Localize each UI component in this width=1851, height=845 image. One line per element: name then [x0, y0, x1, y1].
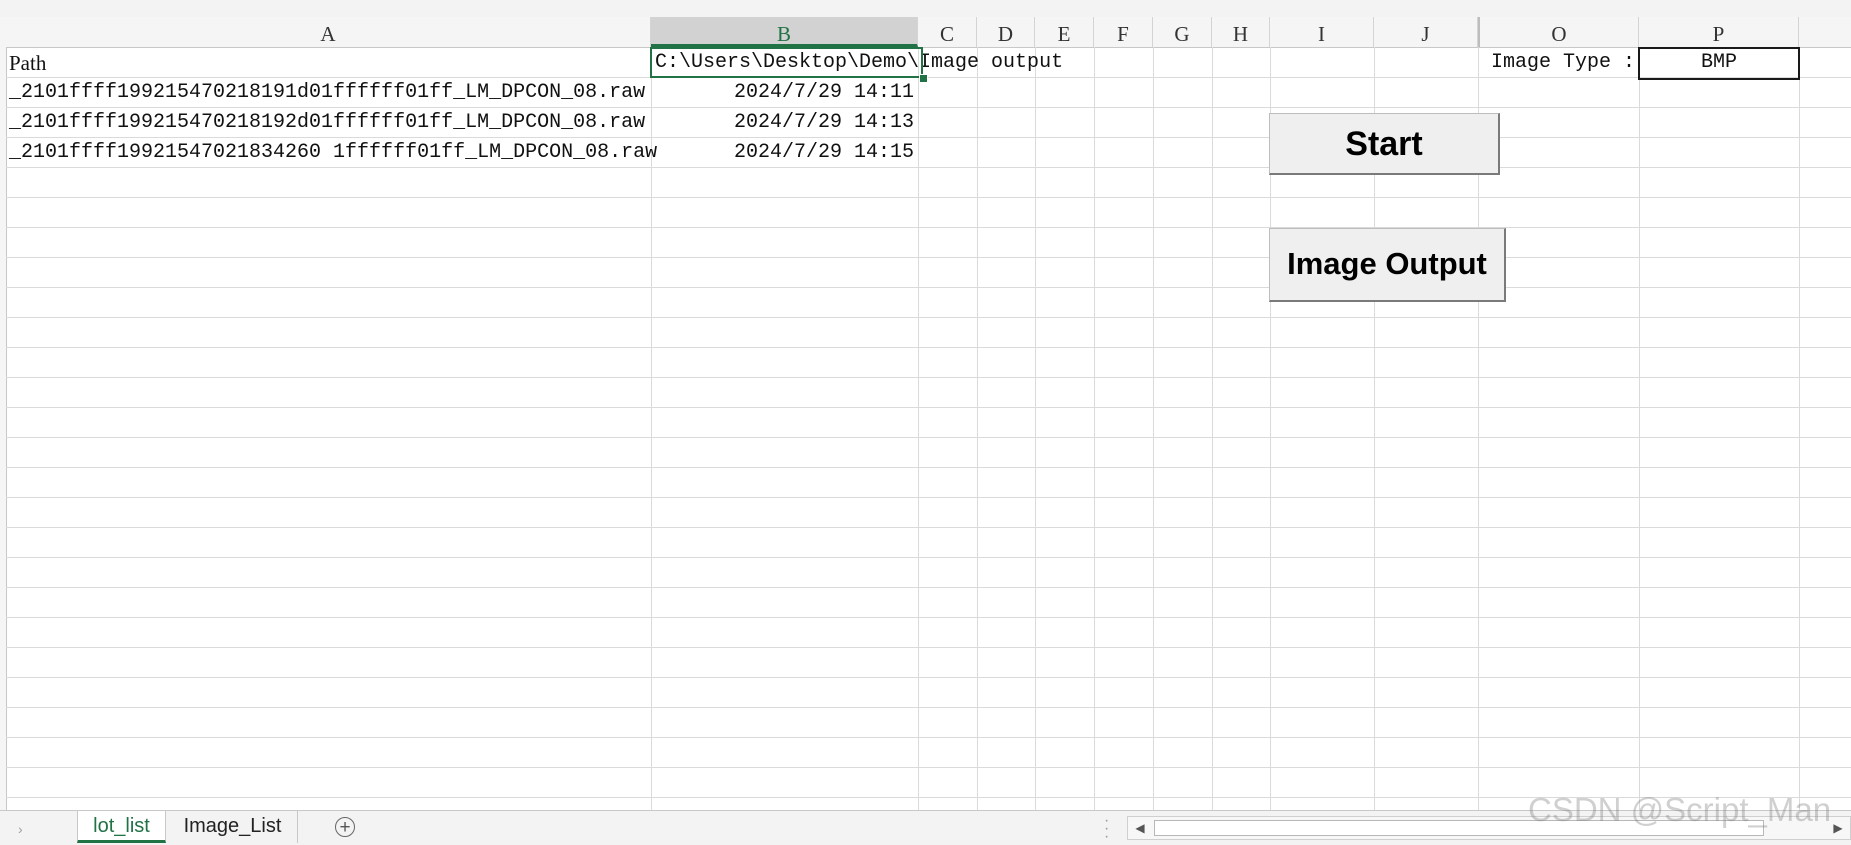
gridline: [6, 287, 1851, 288]
gridline: [6, 497, 1851, 498]
cell-date-row-2[interactable]: 2024/7/29 14:13: [652, 108, 918, 137]
cell-path-row-1[interactable]: _2101ffff199215470218191d01ffffff01ff_LM…: [6, 78, 651, 107]
tab-split-handle-icon[interactable]: · · ·: [1104, 813, 1109, 845]
cell-b1-output-path[interactable]: C:\Users\Desktop\Demo\Image output: [652, 48, 1212, 77]
column-header-b[interactable]: B: [651, 17, 918, 47]
sheet-tab-bar: › lot_list Image_List + · · · ◀ ▶: [0, 810, 1851, 845]
gridline: [1094, 47, 1095, 810]
column-header-p[interactable]: P: [1639, 17, 1799, 47]
column-header-g[interactable]: G: [1153, 17, 1212, 47]
gridline: [6, 557, 1851, 558]
gridline: [6, 617, 1851, 618]
column-header-e[interactable]: E: [1035, 17, 1094, 47]
gridline: [6, 527, 1851, 528]
gridline: [6, 707, 1851, 708]
spreadsheet-window: A B C D E F G H I J O P Path C:\Users\De…: [0, 0, 1851, 845]
gridline: [6, 737, 1851, 738]
gridline: [6, 347, 1851, 348]
column-header-bar: A B C D E F G H I J O P: [0, 17, 1851, 48]
cell-grid[interactable]: Path C:\Users\Desktop\Demo\Image output …: [6, 47, 1851, 810]
column-header-f[interactable]: F: [1094, 17, 1153, 47]
cell-date-row-1[interactable]: 2024/7/29 14:11: [652, 78, 918, 107]
sheet-tab-lot-list[interactable]: lot_list: [77, 811, 166, 843]
gridline: [6, 797, 1851, 798]
top-strip: [0, 0, 1851, 18]
gridline: [1639, 47, 1640, 810]
fill-handle[interactable]: [919, 74, 928, 83]
sheet-nav-arrow-icon[interactable]: ›: [18, 821, 23, 837]
scroll-right-arrow-icon[interactable]: ▶: [1828, 819, 1848, 837]
column-header-j[interactable]: J: [1374, 17, 1478, 47]
gridline: [1212, 47, 1213, 810]
image-output-button[interactable]: Image Output: [1269, 228, 1506, 302]
cell-a1[interactable]: Path: [6, 48, 651, 77]
sheet-tab-image-list[interactable]: Image_List: [168, 811, 298, 843]
gridline: [918, 47, 919, 810]
column-header-d[interactable]: D: [977, 17, 1035, 47]
gridline: [6, 407, 1851, 408]
gridline: [6, 467, 1851, 468]
image-type-cell-border: [1638, 47, 1800, 80]
gridline: [6, 197, 1851, 198]
gridline: [6, 677, 1851, 678]
gridline: [6, 227, 1851, 228]
gridline: [6, 587, 1851, 588]
gridline: [1799, 47, 1800, 810]
column-header-i[interactable]: I: [1270, 17, 1374, 47]
horizontal-scrollbar[interactable]: ◀ ▶: [1127, 816, 1851, 840]
scrollbar-thumb[interactable]: [1154, 820, 1764, 836]
cell-path-row-3[interactable]: _2101ffff19921547021834260 1ffffff01ff_L…: [6, 138, 657, 167]
start-button[interactable]: Start: [1269, 113, 1500, 175]
gridline: [6, 767, 1851, 768]
gridline: [6, 437, 1851, 438]
gridline: [6, 647, 1851, 648]
scroll-left-arrow-icon[interactable]: ◀: [1130, 819, 1150, 837]
column-header-h[interactable]: H: [1212, 17, 1270, 47]
add-sheet-icon[interactable]: +: [335, 817, 355, 837]
gridline: [6, 377, 1851, 378]
gridline: [6, 167, 1851, 168]
gridline: [1035, 47, 1036, 810]
cell-date-row-3[interactable]: 2024/7/29 14:15: [652, 138, 918, 167]
column-header-c[interactable]: C: [918, 17, 977, 47]
cell-o1-image-type-label[interactable]: Image Type :: [1478, 48, 1639, 77]
gridline: [6, 317, 1851, 318]
gridline: [1153, 47, 1154, 810]
gridline: [977, 47, 978, 810]
cell-path-row-2[interactable]: _2101ffff199215470218192d01ffffff01ff_LM…: [6, 108, 651, 137]
column-header-o[interactable]: O: [1478, 17, 1639, 47]
column-header-a[interactable]: A: [6, 17, 651, 47]
gridline: [6, 257, 1851, 258]
